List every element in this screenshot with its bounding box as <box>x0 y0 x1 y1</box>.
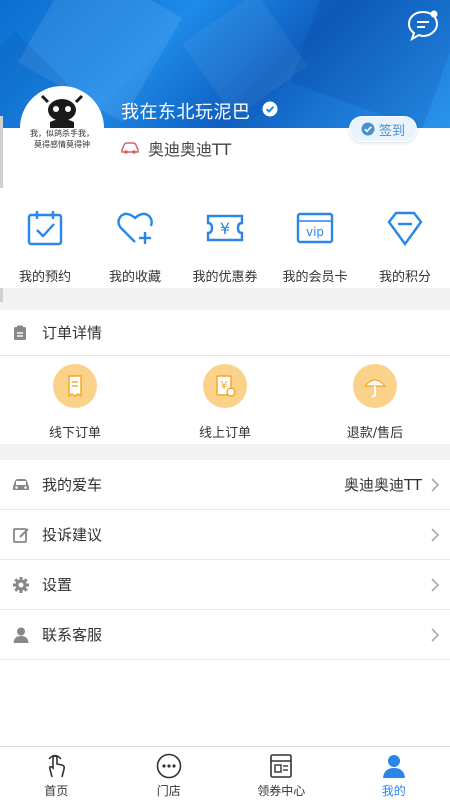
order-label: 退款/售后 <box>346 426 404 441</box>
svg-text:vip: vip <box>306 225 324 239</box>
order-details-title: 订单详情 <box>42 324 103 342</box>
user-icon <box>382 755 405 778</box>
edit-icon <box>13 527 29 543</box>
order-label: 线下订单 <box>48 426 101 441</box>
quick-action-label: 我的优惠券 <box>192 270 258 285</box>
menu-my-car[interactable]: 我的爱车 奥迪奥迪TT <box>0 460 450 510</box>
settings-list: 我的爱车 奥迪奥迪TT 投诉建议 设置 联系客服 <box>0 460 450 660</box>
message-button[interactable] <box>406 8 440 42</box>
chevron-right-icon <box>431 477 440 492</box>
message-bubble-icon <box>407 10 439 42</box>
car-icon <box>121 142 139 154</box>
quick-action-points[interactable]: 我的积分 <box>360 188 450 288</box>
heart-plus-icon <box>117 212 153 244</box>
check-circle-icon <box>361 122 375 136</box>
verified-badge-icon <box>262 101 278 117</box>
chevron-right-icon <box>431 627 440 642</box>
diamond-icon <box>387 211 423 247</box>
menu-customer-service[interactable]: 联系客服 <box>0 610 450 660</box>
tab-stores[interactable]: 门店 <box>113 747 226 800</box>
bottom-tab-bar: 首页 门店 领券中心 我的 <box>0 746 450 800</box>
order-icon-circle <box>53 364 97 408</box>
quick-action-membership[interactable]: vip 我的会员卡 <box>270 188 360 288</box>
svg-text:¥: ¥ <box>220 219 230 238</box>
content-area <box>0 660 450 746</box>
svg-text:¥: ¥ <box>221 379 228 392</box>
menu-settings[interactable]: 设置 <box>0 560 450 610</box>
menu-feedback[interactable]: 投诉建议 <box>0 510 450 560</box>
current-car: 奥迪奥迪TT <box>120 136 231 160</box>
chevron-right-icon <box>431 527 440 542</box>
quick-action-label: 我的收藏 <box>108 270 161 285</box>
quick-action-label: 我的会员卡 <box>282 270 348 285</box>
clipboard-icon <box>14 325 26 340</box>
signin-button[interactable]: 签到 <box>349 116 417 142</box>
order-icon-circle <box>353 364 397 408</box>
menu-label: 联系客服 <box>42 626 103 644</box>
avatar-caption: 我，似鸽杀手我，莫得感情莫得钟 <box>30 129 94 149</box>
username: 我在东北玩泥巴 <box>121 102 251 123</box>
order-types: 线下订单 ¥ 线上订单 退款/售后 <box>0 356 450 444</box>
quick-action-coupons[interactable]: ¥ 我的优惠券 <box>180 188 270 288</box>
order-offline[interactable]: 线下订单 <box>0 356 150 444</box>
order-label: 线上订单 <box>198 426 251 441</box>
menu-label: 我的爱车 <box>42 476 103 494</box>
tab-coupon-center[interactable]: 领券中心 <box>225 747 338 800</box>
hand-tap-icon <box>48 754 66 778</box>
tab-home[interactable]: 首页 <box>0 747 113 800</box>
car-icon <box>13 478 29 490</box>
quick-action-label: 我的积分 <box>378 270 431 285</box>
vip-card-icon: vip <box>296 212 334 244</box>
quick-actions: 我的预约 我的收藏 ¥ 我的优惠券 vip 我的会员卡 我的积分 <box>0 188 450 288</box>
quick-action-label: 我的预约 <box>18 270 71 285</box>
menu-label: 投诉建议 <box>42 526 103 544</box>
avatar[interactable]: 我，似鸽杀手我，莫得感情莫得钟 <box>22 88 102 168</box>
dots-circle-icon <box>156 753 182 779</box>
tab-label: 领券中心 <box>257 784 306 798</box>
menu-label: 设置 <box>42 576 73 594</box>
tab-mine[interactable]: 我的 <box>338 747 450 800</box>
order-online[interactable]: ¥ 线上订单 <box>150 356 300 444</box>
ticket-icon <box>270 754 293 778</box>
tab-label: 我的 <box>381 784 406 798</box>
chevron-right-icon <box>431 577 440 592</box>
coupon-icon: ¥ <box>206 214 244 242</box>
yen-receipt-icon: ¥ <box>216 375 236 397</box>
receipt-icon <box>68 375 82 398</box>
calendar-check-icon <box>27 211 63 246</box>
quick-action-favorites[interactable]: 我的收藏 <box>90 188 180 288</box>
order-refund[interactable]: 退款/售后 <box>300 356 450 444</box>
person-icon <box>13 627 29 643</box>
tab-label: 首页 <box>44 784 69 798</box>
tab-label: 门店 <box>156 784 181 798</box>
car-name: 奥迪奥迪TT <box>148 140 232 159</box>
order-icon-circle: ¥ <box>203 364 247 408</box>
umbrella-icon <box>363 379 387 398</box>
order-details-header[interactable]: 订单详情 <box>0 310 450 356</box>
gear-icon <box>13 576 29 593</box>
signin-label: 签到 <box>378 123 405 139</box>
menu-value: 奥迪奥迪TT <box>343 476 422 494</box>
quick-action-appointment[interactable]: 我的预约 <box>0 188 90 288</box>
